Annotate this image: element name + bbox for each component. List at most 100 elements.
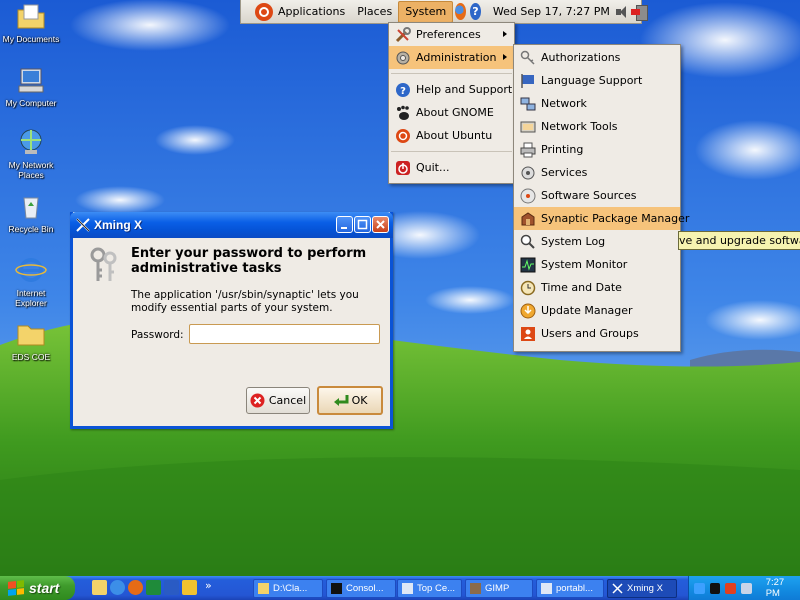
desktop-icon-eds-coe[interactable]: EDS COE (0, 320, 62, 362)
dialog-titlebar[interactable]: Xming X (70, 212, 393, 238)
clock-icon (520, 280, 536, 296)
software-sources-icon (520, 188, 536, 204)
firefox-launcher-icon[interactable] (455, 3, 467, 20)
menu-item-printing[interactable]: Printing (514, 138, 680, 161)
menu-item-label: Printing (541, 143, 584, 156)
menu-item-synaptic-package-manager[interactable]: Synaptic Package Manager (514, 207, 689, 230)
users-groups-icon (520, 326, 536, 342)
menu-item-about-ubuntu[interactable]: About Ubuntu (389, 124, 514, 147)
task-button-explorer[interactable]: D:\Cla... (253, 579, 323, 598)
network-icon (520, 96, 536, 112)
dialog-body: Enter your password to perform administr… (73, 238, 390, 426)
logout-icon[interactable] (630, 4, 649, 21)
task-label: Top Ce... (417, 583, 456, 594)
windows-flag-icon (8, 580, 24, 596)
password-label: Password: (131, 329, 184, 341)
taskbar: start » D:\Cla... Consol... Top Ce... GI… (0, 576, 800, 600)
desktop-icon-network-places[interactable]: My Network Places (0, 128, 62, 180)
desktop-icon-label: Internet Explorer (15, 288, 47, 308)
menu-item-network[interactable]: Network (514, 92, 680, 115)
start-button[interactable]: start (0, 576, 75, 600)
menu-item-authorizations[interactable]: Authorizations (514, 46, 680, 69)
task-button-console[interactable]: Consol... (326, 579, 396, 598)
ie-icon[interactable] (110, 580, 125, 595)
menu-item-label: About Ubuntu (416, 129, 493, 142)
window-icon (541, 583, 552, 594)
desktop-icon-label: Recycle Bin (8, 224, 54, 234)
menu-item-label: Quit... (416, 161, 450, 174)
task-label: D:\Cla... (273, 583, 308, 594)
menu-item-label: Authorizations (541, 51, 621, 64)
quick-launch-overflow[interactable]: » (205, 579, 212, 592)
svg-text:?: ? (400, 86, 406, 97)
update-manager-icon (520, 303, 536, 319)
menu-item-label: Administration (416, 51, 497, 64)
ok-button-label: OK (351, 394, 368, 407)
menu-item-label: Software Sources (541, 189, 637, 202)
desktop-icon-recycle-bin[interactable]: Recycle Bin (0, 192, 62, 234)
task-button-gimp[interactable]: GIMP (465, 579, 533, 598)
submenu-arrow-icon (503, 54, 507, 60)
security-tray-icon[interactable] (725, 582, 737, 594)
volume-icon[interactable] (615, 5, 626, 18)
applications-menu[interactable]: Applications (241, 1, 351, 23)
menu-item-time-and-date[interactable]: Time and Date (514, 276, 680, 299)
maximize-button[interactable] (354, 216, 371, 233)
menu-item-label: Update Manager (541, 304, 633, 317)
menu-item-preferences[interactable]: Preferences (389, 23, 514, 46)
ok-button[interactable]: OK (317, 386, 383, 415)
menu-item-quit[interactable]: Quit... (389, 156, 514, 179)
password-dialog: Xming X Enter your password to perform a… (70, 212, 393, 429)
menu-separator (391, 73, 512, 74)
menu-item-label: System Log (541, 235, 606, 248)
word-icon[interactable] (164, 580, 179, 595)
menu-item-system-log[interactable]: System Log (514, 230, 680, 253)
menu-separator (391, 151, 512, 152)
help-launcher-icon[interactable]: ? (470, 3, 481, 20)
menu-item-software-sources[interactable]: Software Sources (514, 184, 680, 207)
folder-icon[interactable] (92, 580, 107, 595)
desktop-icon-label: My Computer (5, 98, 57, 108)
excel-icon[interactable] (146, 580, 161, 595)
password-input[interactable] (189, 324, 380, 344)
system-menu[interactable]: System (398, 0, 454, 23)
menu-item-language-support[interactable]: Language Support (514, 69, 680, 92)
task-label: portabl... (556, 583, 593, 594)
minimize-button[interactable] (336, 216, 353, 233)
menu-item-help-and-support[interactable]: ? Help and Support (389, 78, 514, 101)
volume-tray-icon[interactable] (741, 582, 752, 594)
task-button-xming[interactable]: Xming X (607, 579, 677, 598)
menu-item-network-tools[interactable]: Network Tools (514, 115, 680, 138)
desktop-icon-my-documents[interactable]: My Documents (0, 2, 62, 44)
menu-item-administration[interactable]: Administration (389, 46, 514, 69)
taskbar-clock[interactable]: 7:27 PM (766, 577, 800, 599)
menu-item-update-manager[interactable]: Update Manager (514, 299, 680, 322)
cancel-button[interactable]: Cancel (246, 387, 310, 414)
xming-icon (76, 218, 90, 232)
desktop-icon-label: My Documents (2, 34, 60, 44)
desktop-icon-my-computer[interactable]: My Computer (0, 66, 62, 108)
close-button[interactable] (372, 216, 389, 233)
task-button-portable[interactable]: portabl... (536, 579, 604, 598)
menu-item-label: Language Support (541, 74, 643, 87)
folder-icon (15, 320, 47, 350)
task-button-top-ce[interactable]: Top Ce... (397, 579, 462, 598)
places-menu[interactable]: Places (351, 1, 398, 23)
xming-tray-icon[interactable] (709, 582, 721, 594)
firefox-icon[interactable] (128, 580, 143, 595)
system-tray: 7:27 PM (688, 576, 800, 600)
notes-icon[interactable] (182, 580, 197, 595)
menu-item-users-and-groups[interactable]: Users and Groups (514, 322, 680, 345)
desktop-icon-internet-explorer[interactable]: Internet Explorer (0, 256, 62, 308)
desktop-icon-label: EDS COE (11, 352, 51, 362)
panel-clock[interactable]: Wed Sep 17, 7:27 PM (493, 5, 610, 18)
network-tray-icon[interactable] (694, 582, 705, 594)
menu-item-about-gnome[interactable]: About GNOME (389, 101, 514, 124)
system-menu-label: System (405, 5, 447, 18)
menu-item-services[interactable]: Services (514, 161, 680, 184)
menu-item-system-monitor[interactable]: System Monitor (514, 253, 680, 276)
keys-icon (520, 50, 536, 66)
flag-icon (520, 73, 536, 89)
synaptic-icon (520, 211, 536, 227)
gnome-top-panel: Applications Places System ? Wed Sep 17,… (240, 0, 649, 24)
